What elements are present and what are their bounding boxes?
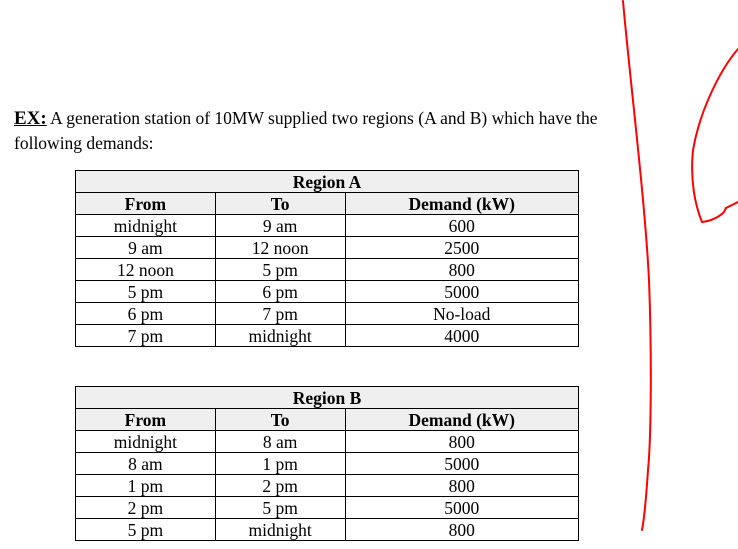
- cell-from: 5 pm: [75, 280, 216, 303]
- table-row: 9 am 12 noon 2500: [75, 236, 580, 259]
- cell-from: 9 am: [75, 236, 216, 259]
- cell-demand: 800: [344, 258, 580, 281]
- example-label: EX:: [14, 108, 47, 129]
- table-row: midnight 9 am 600: [75, 214, 580, 237]
- table-row: 8 am 1 pm 5000: [75, 452, 580, 475]
- table-row: midnight 8 am 800: [75, 430, 580, 453]
- cell-demand: 800: [344, 518, 580, 541]
- cell-to: 5 pm: [214, 258, 346, 281]
- cell-demand: 5000: [344, 496, 580, 519]
- table-row: 6 pm 7 pm No-load: [75, 302, 580, 325]
- cell-to: 6 pm: [214, 280, 346, 303]
- column-header-demand: Demand (kW): [344, 192, 580, 215]
- table-row: 12 noon 5 pm 800: [75, 258, 580, 281]
- cell-demand: 800: [344, 430, 580, 453]
- cell-to: 7 pm: [214, 302, 346, 325]
- cell-demand: 800: [344, 474, 580, 497]
- column-header-to: To: [214, 408, 346, 431]
- column-header-to: To: [214, 192, 346, 215]
- cell-demand: 4000: [344, 324, 580, 347]
- cell-to: 5 pm: [214, 496, 346, 519]
- table-row: 1 pm 2 pm 800: [75, 474, 580, 497]
- region-b-title: Region B: [75, 386, 579, 409]
- cell-demand: 2500: [344, 236, 580, 259]
- cell-from: 12 noon: [75, 258, 216, 281]
- cell-from: 1 pm: [75, 474, 216, 497]
- column-header-demand: Demand (kW): [344, 408, 580, 431]
- cell-to: midnight: [214, 518, 346, 541]
- cell-demand: No-load: [344, 302, 580, 325]
- table-row: 5 pm 6 pm 5000: [75, 280, 580, 303]
- cell-to: 1 pm: [214, 452, 346, 475]
- cell-demand: 5000: [344, 280, 580, 303]
- cell-to: 12 noon: [214, 236, 346, 259]
- cell-from: 7 pm: [75, 324, 216, 347]
- region-a-title: Region A: [75, 170, 579, 193]
- cell-from: midnight: [75, 430, 216, 453]
- cell-demand: 5000: [344, 452, 580, 475]
- cell-to: 9 am: [214, 214, 346, 237]
- column-header-from: From: [75, 408, 216, 431]
- cell-from: 5 pm: [75, 518, 216, 541]
- table-row: 7 pm midnight 4000: [75, 324, 580, 347]
- cell-from: 8 am: [75, 452, 216, 475]
- cell-demand: 600: [344, 214, 580, 237]
- region-b-table: Region B From To Demand (kW) midnight 8 a…: [75, 386, 580, 541]
- cell-from: midnight: [75, 214, 216, 237]
- cell-from: 2 pm: [75, 496, 216, 519]
- problem-statement: EX: A generation station of 10MW supplie…: [14, 106, 634, 156]
- problem-text: A generation station of 10MW supplied tw…: [14, 108, 598, 153]
- table-row: 2 pm 5 pm 5000: [75, 496, 580, 519]
- cell-to: 8 am: [214, 430, 346, 453]
- cell-from: 6 pm: [75, 302, 216, 325]
- cell-to: 2 pm: [214, 474, 346, 497]
- region-a-table: Region A From To Demand (kW) midnight 9 a…: [75, 170, 580, 347]
- cell-to: midnight: [214, 324, 346, 347]
- red-ink-bracket-stroke: [691, 48, 738, 223]
- table-row: 5 pm midnight 800: [75, 518, 580, 541]
- column-header-from: From: [75, 192, 216, 215]
- red-ink-vertical-line: [622, 0, 652, 531]
